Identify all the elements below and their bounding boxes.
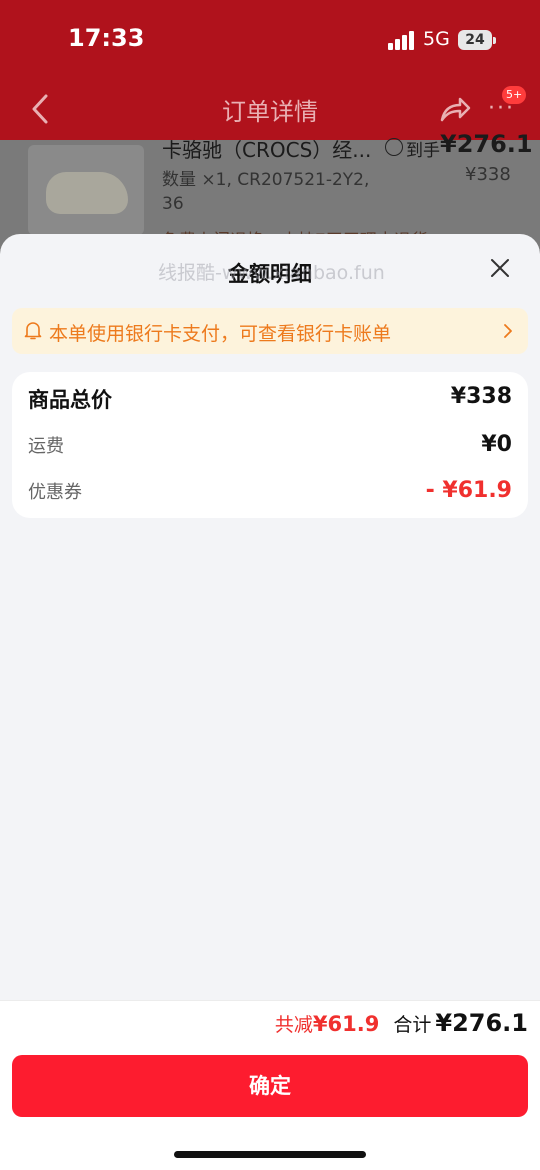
status-bar: 17:33 5G 24	[0, 0, 540, 80]
battery-icon: 24	[458, 30, 496, 50]
coupon-value: - ¥61.9	[425, 478, 512, 503]
message-badge: 5+	[502, 86, 527, 104]
shipping-label: 运费	[28, 436, 64, 457]
signal-icon	[388, 30, 416, 50]
watermark: 线报酷-www.xianbao.fun	[158, 262, 385, 284]
amount-detail-sheet: 金额明细 线报酷-www.xianbao.fun 本单使用银行卡支付，可查看银行…	[0, 234, 540, 1170]
goods-total-value: ¥338	[450, 384, 512, 409]
status-time: 17:33	[68, 24, 145, 52]
discount-value: ¥61.9	[312, 1012, 380, 1036]
notice-text: 本单使用银行卡支付，可查看银行卡账单	[49, 323, 392, 345]
total-summary: 共减 ¥61.9 合计 ¥276.1	[275, 1009, 528, 1037]
product-price: ¥276.1	[440, 130, 533, 158]
shipping-value: ¥0	[481, 432, 512, 457]
total-value: ¥276.1	[435, 1009, 528, 1037]
close-icon[interactable]	[488, 256, 512, 280]
discount-label: 共减	[274, 1014, 313, 1036]
home-indicator	[174, 1151, 366, 1158]
info-icon	[385, 138, 403, 156]
price-label: 到手	[406, 141, 440, 161]
confirm-button[interactable]: 确定	[12, 1055, 528, 1117]
bell-icon	[24, 321, 42, 341]
original-price: ¥338	[465, 164, 511, 185]
bank-card-notice[interactable]: 本单使用银行卡支付，可查看银行卡账单	[12, 308, 528, 354]
total-label: 合计	[393, 1014, 432, 1036]
sheet-footer: 共减 ¥61.9 合计 ¥276.1 确定	[0, 1000, 540, 1170]
shoe-image	[46, 172, 128, 214]
network-type: 5G	[423, 28, 450, 50]
chevron-right-icon	[502, 322, 514, 340]
product-quantity: 数量 ×1, CR207521-2Y2, 36	[162, 170, 370, 214]
product-name: 卡骆驰（CROCS）经...	[162, 138, 372, 162]
coupon-label: 优惠券	[28, 482, 82, 503]
price-breakdown-card: 商品总价 ¥338 运费 ¥0 优惠券 - ¥61.9	[12, 372, 528, 518]
share-icon[interactable]	[438, 94, 472, 124]
goods-total-label: 商品总价	[28, 388, 112, 412]
